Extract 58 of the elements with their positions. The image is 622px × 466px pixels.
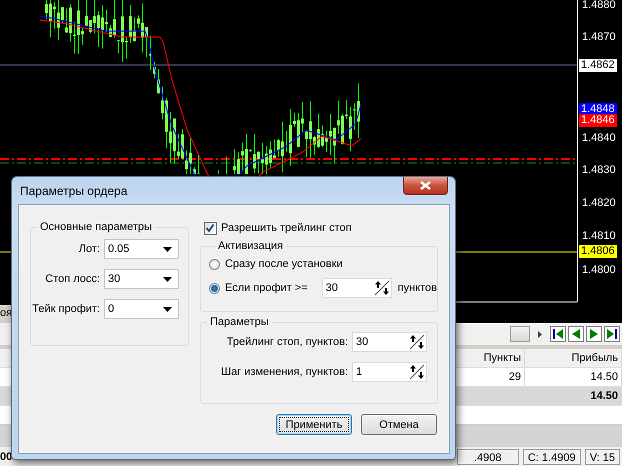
price-marker: 1.4806 xyxy=(579,245,617,258)
spinner-icon[interactable] xyxy=(409,334,425,350)
field-label: Лот: xyxy=(78,243,100,255)
field-label: Трейлинг стоп, пунктов: xyxy=(226,336,348,348)
field-label: Стоп лосс: xyxy=(45,273,100,285)
scroll-thumb[interactable] xyxy=(510,326,530,342)
price-marker: 1.4846 xyxy=(579,114,617,127)
caret-icon xyxy=(162,246,172,252)
status-text: 00 xyxy=(0,450,12,462)
dropdown[interactable]: 30 xyxy=(104,269,179,289)
total-profit: 14.50 xyxy=(525,387,622,405)
column-header[interactable]: Пункты xyxy=(459,349,525,367)
price-label: 1.4810 xyxy=(581,230,617,243)
radio-label: Сразу после установки xyxy=(224,258,343,270)
price-label: 1.4800 xyxy=(581,264,617,277)
close-button[interactable] xyxy=(403,177,448,195)
spin-field[interactable]: 30 xyxy=(352,332,427,352)
spinner-icon[interactable] xyxy=(374,280,390,296)
table-cell: 14.50 xyxy=(525,368,622,386)
last-page-icon[interactable] xyxy=(604,326,620,342)
close-icon xyxy=(420,181,431,190)
window-title: Параметры ордера xyxy=(20,184,128,198)
column-header[interactable]: Прибыль xyxy=(525,349,622,367)
candlestick xyxy=(218,170,219,174)
caret-icon xyxy=(162,276,172,282)
price-label: 1.4820 xyxy=(581,197,617,210)
previous-page-icon[interactable] xyxy=(568,326,584,342)
radio-label: Если профит >= xyxy=(224,282,308,294)
dropdown[interactable]: 0 xyxy=(104,299,179,319)
dialog-button[interactable]: Применить xyxy=(276,414,352,435)
group-title: Активизация xyxy=(216,240,284,252)
group-title: Параметры xyxy=(208,316,270,328)
unit-label: пунктов xyxy=(398,282,437,294)
checkbox[interactable] xyxy=(204,222,217,234)
dropdown[interactable]: 0.05 xyxy=(104,239,179,259)
table-cell: 29 xyxy=(459,368,525,386)
status-cell: C: 1.4909 xyxy=(522,448,581,464)
first-page-icon[interactable] xyxy=(550,326,566,342)
price-marker: 1.4862 xyxy=(579,59,617,72)
spin-field[interactable]: 30 xyxy=(322,278,392,298)
spin-field[interactable]: 1 xyxy=(352,362,427,382)
status-cell: .4908 xyxy=(456,448,519,464)
group-title: Основные параметры xyxy=(39,221,153,233)
price-label: 1.4830 xyxy=(581,164,617,177)
price-label: 1.4870 xyxy=(581,31,617,44)
radio-button[interactable] xyxy=(208,258,220,270)
radio-button[interactable] xyxy=(208,282,220,294)
next-page-icon[interactable] xyxy=(586,326,602,342)
status-cell: V: 15 xyxy=(584,448,620,464)
dialog-button[interactable]: Отмена xyxy=(361,414,437,435)
field-label: Тейк профит: xyxy=(32,303,100,315)
price-label: 1.4880 xyxy=(581,0,617,12)
spinner-icon[interactable] xyxy=(409,364,425,380)
scroll-arrow-icon[interactable] xyxy=(538,330,542,338)
checkbox-label: Разрешить трейлинг стоп xyxy=(220,222,352,234)
price-label: 1.4840 xyxy=(581,132,617,145)
field-label: Шаг изменения, пунктов: xyxy=(220,366,348,378)
candlestick xyxy=(226,156,227,174)
